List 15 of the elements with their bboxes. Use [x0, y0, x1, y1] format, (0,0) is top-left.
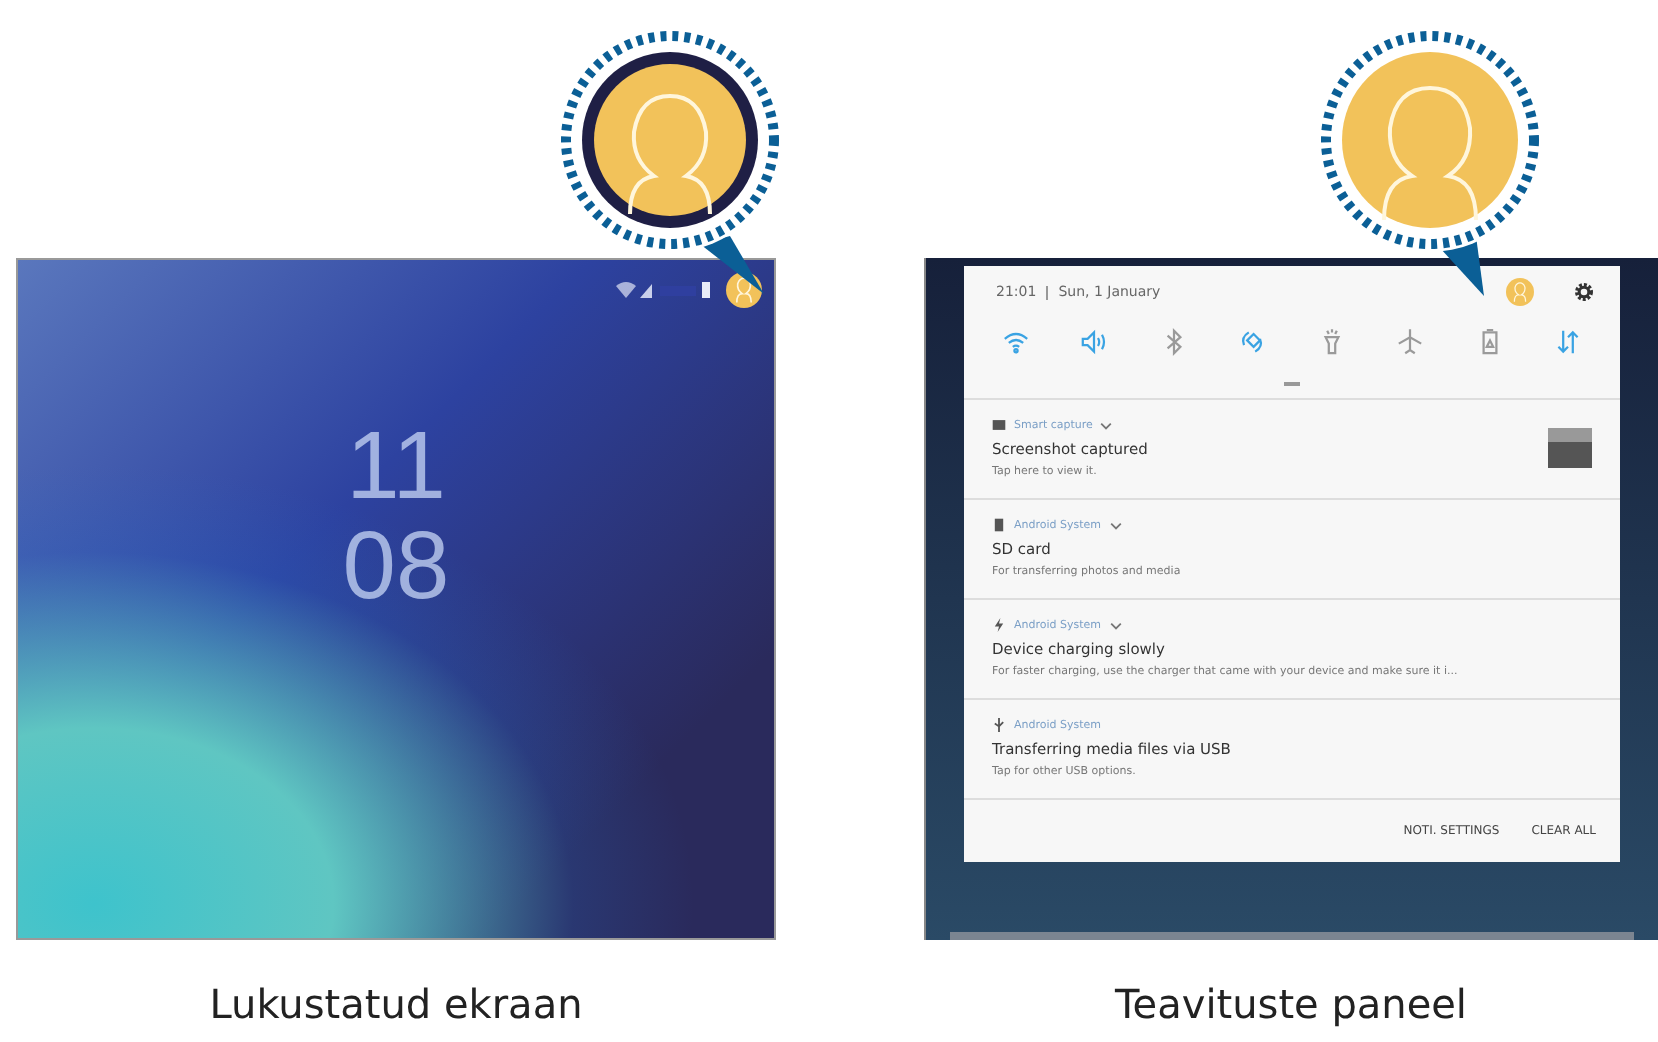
expand-chevron-icon[interactable]	[1100, 421, 1113, 429]
status-bar-icons	[614, 280, 714, 300]
sdcard-app-icon	[992, 518, 1006, 532]
figure-caption: Teavituste paneel	[1114, 980, 1467, 1028]
image-app-icon	[992, 418, 1006, 432]
clock-minute: 08	[342, 518, 450, 620]
expand-chevron-icon[interactable]	[1109, 621, 1122, 629]
airplane-toggle-icon[interactable]	[1394, 326, 1427, 358]
figure-caption: Lukustatud ekraan	[209, 980, 583, 1028]
clock-hour: 11	[346, 418, 446, 519]
expand-chevron-icon[interactable]	[1109, 521, 1122, 529]
settings-icon[interactable]	[1572, 280, 1596, 304]
charge-app-icon	[992, 618, 1006, 632]
sound-toggle-icon[interactable]	[1078, 326, 1111, 358]
usb-app-icon	[992, 718, 1006, 732]
